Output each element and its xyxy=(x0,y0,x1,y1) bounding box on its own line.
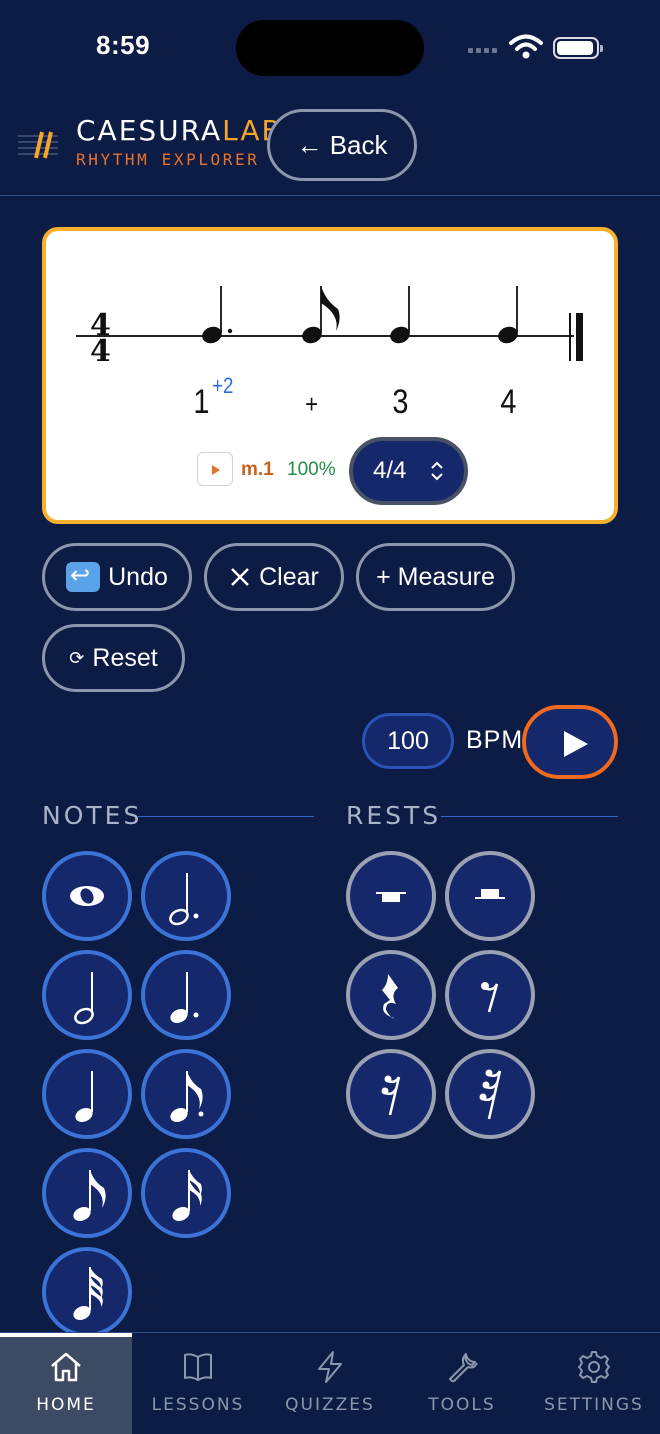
measure-play-button[interactable] xyxy=(197,452,233,486)
staff-note-quarter xyxy=(390,286,410,344)
eighth-rest-button[interactable] xyxy=(445,950,535,1040)
logo-icon xyxy=(18,128,62,167)
undo-button[interactable]: Undo xyxy=(42,543,192,611)
thirty-second-note-icon xyxy=(73,1267,103,1321)
play-button[interactable] xyxy=(522,705,618,779)
sixteenth-rest-button[interactable] xyxy=(346,1049,436,1139)
half-rest-icon xyxy=(475,889,505,899)
thirty-second-rest-icon xyxy=(479,1069,502,1120)
quarter-note-icon xyxy=(75,1071,93,1123)
whole-note-button[interactable] xyxy=(42,851,132,941)
tab-bar: HOME LESSONS QUIZZES TOOLS SETTINGS xyxy=(0,1332,660,1434)
quarter-rest-button[interactable] xyxy=(346,950,436,1040)
bolt-icon xyxy=(318,1351,342,1383)
home-icon xyxy=(51,1352,81,1382)
tab-quizzes[interactable]: QUIZZES xyxy=(264,1333,396,1434)
tab-lessons[interactable]: LESSONS xyxy=(132,1333,264,1434)
tab-label: SETTINGS xyxy=(544,1395,644,1415)
quarter-note-button[interactable] xyxy=(42,1049,132,1139)
staff-notation[interactable]: 4 4 xyxy=(46,231,614,391)
tab-tools[interactable]: TOOLS xyxy=(396,1333,528,1434)
brand-subtitle: RHYTHM EXPLORER xyxy=(76,150,260,169)
clear-button[interactable]: Clear xyxy=(204,543,344,611)
tab-settings[interactable]: SETTINGS xyxy=(528,1333,660,1434)
dotted-half-note-icon xyxy=(169,873,199,926)
camera-notch xyxy=(236,20,424,76)
half-rest-button[interactable] xyxy=(445,851,535,941)
tab-label: HOME xyxy=(36,1395,96,1415)
notes-rule xyxy=(138,816,314,817)
tab-label: LESSONS xyxy=(151,1395,245,1415)
dotted-half-note-button[interactable] xyxy=(141,851,231,941)
reset-label: Reset xyxy=(92,643,158,672)
dotted-quarter-note-icon xyxy=(170,972,199,1024)
close-icon xyxy=(231,568,250,586)
barline-thick xyxy=(576,313,583,361)
sixteenth-note-button[interactable] xyxy=(141,1148,231,1238)
gear-icon xyxy=(578,1351,610,1383)
undo-icon xyxy=(66,561,101,592)
clear-label: Clear xyxy=(259,562,319,591)
count-text: 1 xyxy=(193,383,210,421)
rests-title: RESTS xyxy=(346,801,442,830)
count-label-3: 3 xyxy=(392,383,409,421)
undo-label: Undo xyxy=(108,562,168,591)
battery-icon xyxy=(553,37,603,59)
cellular-signal-icon xyxy=(468,48,497,53)
staff-card: 4 4 1 +2 + 3 4 m.1 100% 4/4 xyxy=(42,227,618,524)
sixteenth-note-icon xyxy=(172,1170,202,1222)
time-sig-bottom: 4 xyxy=(90,334,111,369)
dotted-eighth-note-button[interactable] xyxy=(141,1049,231,1139)
count-label-4: 4 xyxy=(500,383,517,421)
time-signature-select[interactable]: 4/4 xyxy=(349,437,468,505)
eighth-note-icon xyxy=(73,1170,106,1222)
notes-title: NOTES xyxy=(42,801,143,830)
wifi-icon xyxy=(509,34,543,65)
wrench-icon xyxy=(449,1353,478,1383)
brand-title: CAESURALAB xyxy=(76,114,283,147)
time-signature-value: 4/4 xyxy=(373,457,407,484)
header-divider xyxy=(0,195,660,196)
eighth-rest-icon xyxy=(481,982,499,1013)
sixteenth-rest-icon xyxy=(381,1075,401,1116)
whole-rest-button[interactable] xyxy=(346,851,436,941)
thirty-second-note-button[interactable] xyxy=(42,1247,132,1337)
thirty-second-rest-button[interactable] xyxy=(445,1049,535,1139)
zoom-label: 100% xyxy=(287,459,336,480)
tab-label: TOOLS xyxy=(428,1395,496,1415)
whole-rest-icon xyxy=(376,892,406,902)
count-subscript: +2 xyxy=(212,373,234,398)
bpm-label: BPM xyxy=(466,726,524,754)
tab-home[interactable]: HOME xyxy=(0,1333,132,1434)
reset-button[interactable]: ⟳ Reset xyxy=(42,624,185,692)
half-note-icon xyxy=(74,972,94,1025)
back-button[interactable]: ← Back xyxy=(267,109,417,181)
add-measure-button[interactable]: + Measure xyxy=(356,543,515,611)
whole-note-icon xyxy=(70,886,104,906)
brand-main: CAESURA xyxy=(76,114,223,147)
book-icon xyxy=(184,1353,212,1381)
staff-note-quarter-2 xyxy=(498,286,518,344)
count-label-1: 1 +2 xyxy=(193,373,233,422)
chevron-updown-icon xyxy=(431,461,443,481)
half-note-button[interactable] xyxy=(42,950,132,1040)
measure-label: m.1 xyxy=(241,459,274,480)
status-time: 8:59 xyxy=(96,30,151,60)
count-label-and: + xyxy=(305,389,319,419)
eighth-note-button[interactable] xyxy=(42,1148,132,1238)
tab-label: QUIZZES xyxy=(285,1395,375,1415)
bpm-input[interactable]: 100 xyxy=(362,713,454,769)
rests-rule xyxy=(441,816,618,817)
reset-icon: ⟳ xyxy=(69,647,85,669)
dotted-eighth-note-icon xyxy=(170,1071,204,1123)
quarter-rest-icon xyxy=(382,974,398,1019)
dotted-quarter-note-button[interactable] xyxy=(141,950,231,1040)
